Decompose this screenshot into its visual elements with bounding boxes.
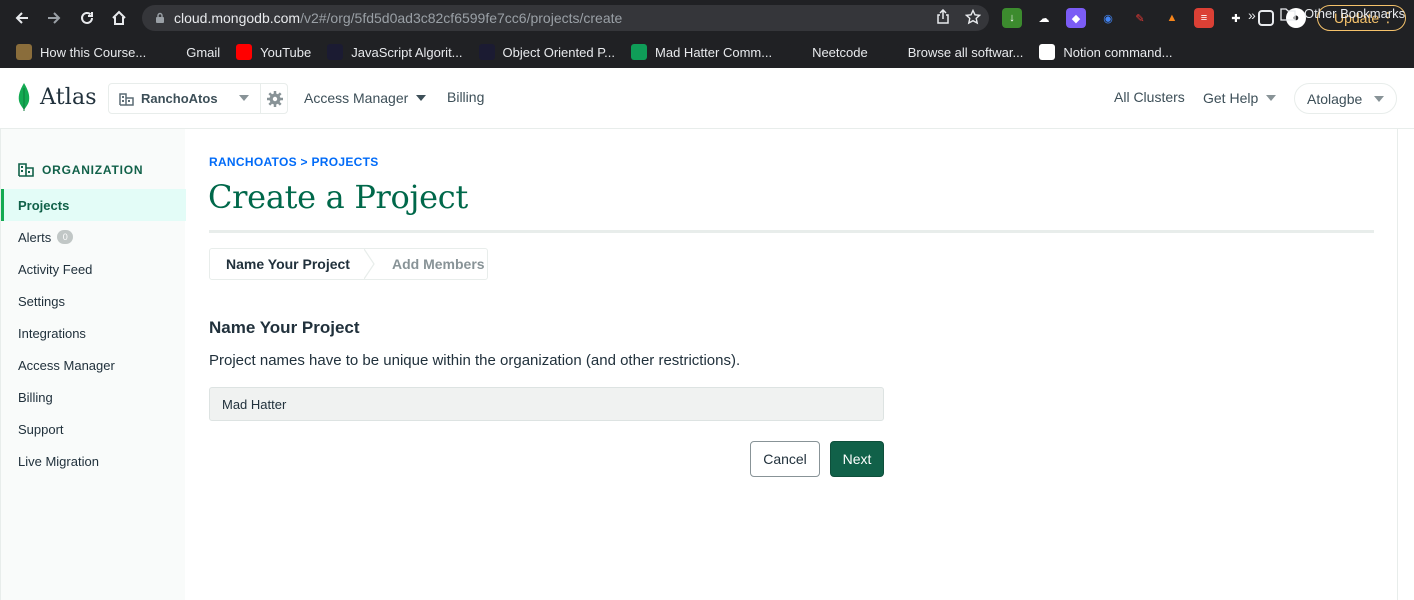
sidebar-item-activity-feed[interactable]: Activity Feed <box>1 253 186 285</box>
org-settings-button[interactable] <box>260 84 288 113</box>
step-add-members: Add Members <box>391 256 485 272</box>
fcc-icon <box>327 44 344 60</box>
user-menu[interactable]: Atolagbe <box>1294 83 1397 114</box>
chevron-down-icon <box>239 95 249 101</box>
more-bookmarks-button[interactable]: » <box>1248 7 1256 23</box>
bookmarks-bar: How this Course... Gmail YouTube JavaScript… <box>0 36 1414 68</box>
project-name-input[interactable] <box>209 387 884 421</box>
bookmark-item[interactable]: Mad Hatter Comm... <box>631 44 772 60</box>
chart-icon <box>883 44 900 60</box>
wizard-steps: Name Your Project Add Members <box>209 248 488 280</box>
fcc-icon <box>478 44 495 60</box>
cloud-extension-icon[interactable]: ☁ <box>1034 8 1054 28</box>
gear-icon <box>266 90 283 107</box>
sidebar: ORGANIZATION Projects Alerts 0 Activity Fee… <box>0 129 186 600</box>
atlas-logo[interactable]: Atlas <box>16 82 97 112</box>
lock-icon <box>156 12 164 23</box>
chevron-down-icon <box>1266 95 1277 101</box>
bookmark-item[interactable]: JavaScript Algorit... <box>327 44 463 60</box>
person-icon <box>16 44 32 60</box>
bookmark-item[interactable]: YouTube <box>236 44 311 60</box>
org-name: RanchoAtos <box>141 91 218 106</box>
download-extension-icon[interactable]: ↓ <box>1002 8 1022 28</box>
bookmark-item[interactable]: Object Oriented P... <box>478 44 615 60</box>
sidebar-item-billing[interactable]: Billing <box>1 381 186 413</box>
app-header: Atlas RanchoAtos Access Manager Billing … <box>0 68 1414 129</box>
section-description: Project names have to be unique within t… <box>209 352 741 369</box>
get-help-menu[interactable]: Get Help <box>1203 90 1277 106</box>
building-icon <box>18 163 34 177</box>
sidebar-item-settings[interactable]: Settings <box>1 285 186 317</box>
puzzle-icon[interactable]: ✚ <box>1226 8 1246 28</box>
google-icon <box>1039 44 1056 60</box>
home-icon[interactable] <box>105 4 133 32</box>
address-bar[interactable]: cloud.mongodb.com/v2#/org/5fd5d0ad3c82cf… <box>142 5 989 31</box>
sidebar-item-integrations[interactable]: Integrations <box>1 317 186 349</box>
star-icon[interactable] <box>965 9 981 25</box>
other-bookmarks[interactable]: Other Bookmarks <box>1280 6 1405 21</box>
gmail-icon <box>162 44 179 60</box>
todoist-icon[interactable]: ≡ <box>1194 8 1214 28</box>
sheets-icon <box>631 44 648 60</box>
leaf-icon <box>18 83 30 111</box>
sidebar-item-live-migration[interactable]: Live Migration <box>1 445 186 477</box>
share-icon[interactable] <box>935 9 951 25</box>
content-border <box>1397 129 1398 600</box>
page-title: Create a Project <box>208 178 468 216</box>
pen-icon[interactable]: ✎ <box>1130 8 1150 28</box>
bookmark-item[interactable]: How this Course... <box>16 44 146 60</box>
sidebar-item-projects[interactable]: Projects <box>1 189 186 221</box>
color-wheel-icon[interactable]: ◉ <box>1098 8 1118 28</box>
chevron-down-icon <box>1374 96 1384 102</box>
org-selector[interactable]: RanchoAtos <box>108 83 288 114</box>
folder-icon <box>1280 7 1296 21</box>
next-button[interactable]: Next <box>830 441 884 477</box>
divider <box>209 230 1374 233</box>
sidebar-heading: ORGANIZATION <box>18 163 143 177</box>
back-icon[interactable] <box>8 4 36 32</box>
reload-icon[interactable] <box>73 4 101 32</box>
extension-icon[interactable]: ◆ <box>1066 8 1086 28</box>
bookmark-item[interactable]: Notion command... <box>1039 44 1172 60</box>
billing-link[interactable]: Billing <box>447 89 484 105</box>
bookmark-item[interactable]: Gmail <box>162 44 220 60</box>
sidepanel-icon[interactable] <box>1258 10 1274 26</box>
all-clusters-link[interactable]: All Clusters <box>1114 89 1185 105</box>
sidebar-item-alerts[interactable]: Alerts 0 <box>1 221 186 253</box>
cancel-button[interactable]: Cancel <box>750 441 820 477</box>
browser-toolbar: cloud.mongodb.com/v2#/org/5fd5d0ad3c82cf… <box>0 0 1414 36</box>
alerts-count-badge: 0 <box>57 230 74 244</box>
neetcode-icon <box>788 44 805 60</box>
building-icon <box>119 92 134 106</box>
bookmark-item[interactable]: Neetcode <box>788 44 868 60</box>
section-title: Name Your Project <box>209 318 360 337</box>
forward-icon[interactable] <box>40 4 68 32</box>
step-divider <box>363 249 375 279</box>
metamask-icon[interactable]: ▲ <box>1162 8 1182 28</box>
chevron-down-icon <box>416 95 427 101</box>
url-text: cloud.mongodb.com/v2#/org/5fd5d0ad3c82cf… <box>174 10 623 26</box>
sidebar-item-support[interactable]: Support <box>1 413 186 445</box>
step-name-your-project: Name Your Project <box>226 256 350 272</box>
sidebar-item-access-manager[interactable]: Access Manager <box>1 349 186 381</box>
breadcrumb[interactable]: RANCHOATOS > PROJECTS <box>209 155 379 169</box>
bookmark-item[interactable]: Browse all softwar... <box>883 44 1023 60</box>
youtube-icon <box>236 44 253 60</box>
access-manager-menu[interactable]: Access Manager <box>304 90 427 106</box>
